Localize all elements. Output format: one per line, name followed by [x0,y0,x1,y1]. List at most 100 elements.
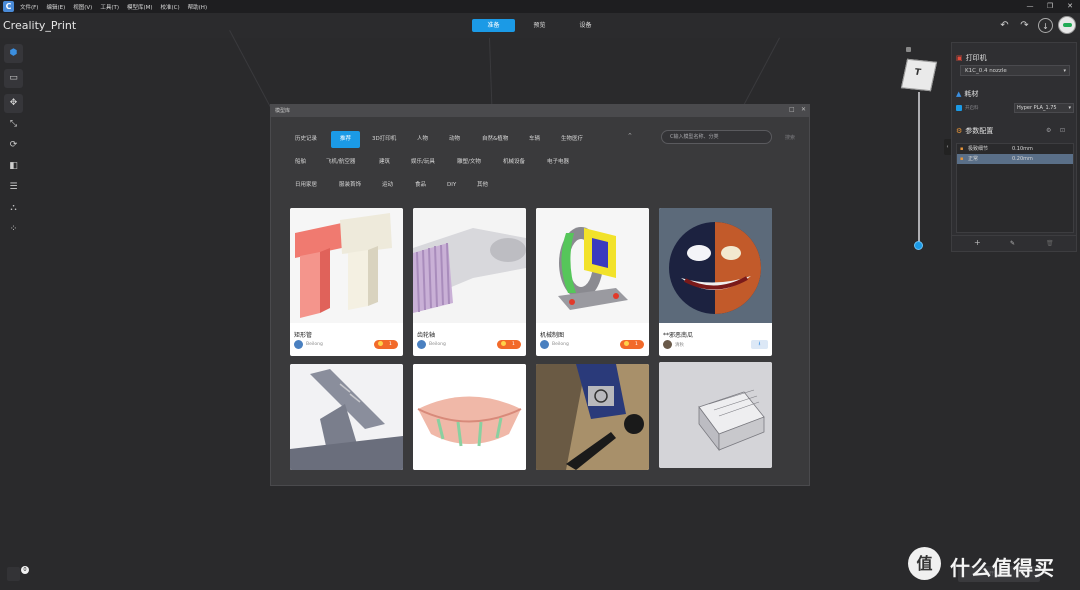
redo-icon[interactable]: ↷ [1017,18,1032,33]
printer-select[interactable]: K1C_0.4 nozzle ▾ [960,65,1070,76]
preset-row-selected[interactable]: ▪ 正常 0.20mm [957,154,1073,164]
category-diy[interactable]: DIY [447,177,456,194]
edit-preset-icon[interactable]: ✎ [1010,240,1015,247]
model-card[interactable]: 矩形管 Beilong 1 [290,208,403,356]
preset-value: 0.20mm [1012,156,1033,162]
maximize-icon[interactable]: □ [789,106,795,113]
model-name: **邪恶南瓜 [663,332,694,339]
menu-file[interactable]: 文件(F) [20,3,38,11]
right-settings-panel: ▣ 打印机 K1C_0.4 nozzle ▾ ▲ 耗材 开启料 Hyper PLA_1… [951,42,1077,252]
material-header: ▲ 耗材 [956,89,978,99]
category-animals[interactable]: 动物 [449,131,460,148]
category-other[interactable]: 其他 [477,177,488,194]
support-icon[interactable]: ⛬ [4,199,23,218]
category-history[interactable]: 历史记录 [295,131,317,148]
scale-icon[interactable]: ⤡ [4,115,23,134]
category-architecture[interactable]: 建筑 [379,154,390,171]
home-view-icon[interactable] [906,47,911,52]
category-sculpture[interactable]: 雕塑/文物 [457,154,481,171]
search-button[interactable]: 搜索 [785,134,795,141]
printer-select-value: K1C_0.4 nozzle [965,68,1007,74]
category-food[interactable]: 食品 [415,177,426,194]
category-household[interactable]: 日用家居 [295,177,317,194]
tab-preview[interactable]: 预览 [518,19,561,32]
open-folder-icon[interactable]: ▭ [4,69,23,88]
app-logo-icon: C [3,1,14,12]
add-model-icon[interactable]: ⬢ [4,44,23,63]
add-preset-icon[interactable]: + [974,238,981,247]
mode-tabs: 准备 预览 设备 [472,19,610,32]
tab-prepare[interactable]: 准备 [472,19,515,32]
settings-icon[interactable]: ⚙ [1046,127,1051,134]
category-electronics[interactable]: 电子电器 [547,154,569,171]
expand-icon[interactable]: ⊡ [1060,127,1065,134]
category-3d-printer[interactable]: 3D打印机 [372,131,396,148]
move-icon[interactable]: ✥ [4,94,23,113]
arrange-icon[interactable]: ⁘ [4,220,23,239]
search-input[interactable]: C输入模型名称、分类 [661,130,772,144]
category-machinery[interactable]: 机械设备 [503,154,525,171]
model-name: 矩形管 [294,332,313,339]
menu-view[interactable]: 视图(V) [73,3,92,11]
lay-flat-icon[interactable]: ◧ [4,157,23,176]
model-card[interactable] [290,364,403,470]
restore-icon[interactable]: ❐ [1042,0,1058,13]
model-name: 齿轮轴 [417,332,436,339]
price-badge[interactable]: 1 [497,340,521,349]
view-cube[interactable]: T [900,58,938,92]
chevron-down-icon: ▾ [1063,68,1066,74]
category-sports[interactable]: 运动 [382,177,393,194]
category-people[interactable]: 人物 [417,131,428,148]
close-icon[interactable]: ✕ [1062,0,1078,13]
material-select-value: Hyper PLA_1.75 [1017,105,1057,111]
model-card[interactable]: **邪恶南瓜 清秋 ⭳ [659,208,772,356]
author-avatar [294,340,303,349]
category-vehicles[interactable]: 车辆 [529,131,540,148]
title-bar: Creality_Print 准备 预览 设备 ↶ ↷ ↓ [0,13,1080,38]
price-badge[interactable]: 1 [620,340,644,349]
price-badge[interactable]: 1 [374,340,398,349]
undo-icon[interactable]: ↶ [997,18,1012,33]
category-ships[interactable]: 船舶 [295,154,306,171]
panel-footer: + ✎ 🗑 [952,235,1076,249]
model-card[interactable]: 齿轮轴 Beilong 1 [413,208,526,356]
model-card[interactable] [413,364,526,470]
menu-model-library[interactable]: 模型库(M) [127,3,153,11]
avatar[interactable] [1058,16,1076,34]
model-thumbnail [413,208,526,323]
model-card[interactable] [659,362,772,468]
model-author: Beilong [429,342,446,347]
list-icon[interactable]: ☰ [4,178,23,197]
menu-calibration[interactable]: 校准(C) [161,3,180,11]
dialog-close-icon[interactable]: ✕ [801,106,806,113]
menu-tools[interactable]: 工具(T) [100,3,119,11]
download-icon[interactable]: ↓ [1038,18,1053,33]
collapse-categories-icon[interactable]: ⌃ [627,132,633,140]
category-toys[interactable]: 娱乐/玩具 [411,154,435,171]
panel-collapse-icon[interactable]: ‹ [944,139,951,155]
category-biomedical[interactable]: 生物医疗 [561,131,583,148]
preset-row[interactable]: ▪ 极致细节 0.10mm [957,144,1073,154]
model-card[interactable] [536,364,649,470]
model-author: 清秋 [675,343,684,348]
rotate-icon[interactable]: ⟳ [4,136,23,155]
view-cube-face-label: T [913,67,922,79]
layer-slider-track[interactable] [918,92,920,244]
model-author: Beilong [552,342,569,347]
minimize-icon[interactable]: — [1022,0,1038,13]
category-aircraft[interactable]: 飞机/航空器 [326,154,355,171]
tab-device[interactable]: 设备 [564,19,607,32]
delete-preset-icon[interactable]: 🗑 [1046,240,1054,247]
menu-edit[interactable]: 编辑(E) [46,3,65,11]
material-select[interactable]: Hyper PLA_1.75 ▾ [1014,103,1074,113]
model-card[interactable]: 机械制图 Beilong 1 [536,208,649,356]
preset-name: 极致细节 [968,146,989,152]
bottom-tool-icon[interactable] [7,567,20,581]
material-checkbox[interactable] [956,105,962,111]
category-apparel[interactable]: 服装首饰 [339,177,361,194]
category-recommended[interactable]: 推荐 [331,131,360,148]
download-model-icon[interactable]: ⭳ [751,340,768,349]
menu-help[interactable]: 帮助(H) [188,3,207,11]
category-nature[interactable]: 自然&植物 [482,131,508,148]
layer-slider-handle[interactable] [914,241,923,250]
